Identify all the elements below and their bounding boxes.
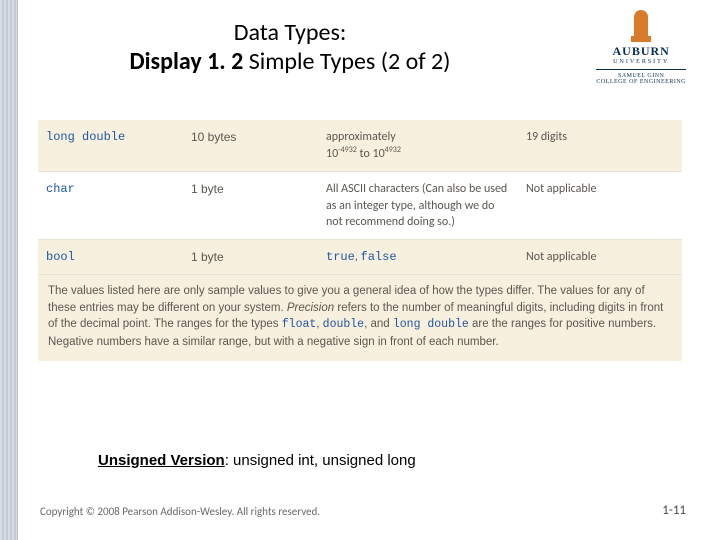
table-footnote: The values listed here are only sample v… xyxy=(38,274,682,361)
title-bold: Display 1. 2 xyxy=(130,47,244,76)
table-row: char1 byteAll ASCII characters (Can also… xyxy=(38,171,682,239)
logo-college-2: COLLEGE OF ENGINEERING xyxy=(596,79,686,85)
title-rest: Simple Types (2 of 2) xyxy=(243,47,450,76)
range-cell: All ASCII characters (Can also be used a… xyxy=(318,172,518,239)
left-side-bar xyxy=(0,0,18,540)
title-line2: Display 1. 2 Simple Types (2 of 2) xyxy=(120,47,460,76)
logo-university-sub: UNIVERSITY xyxy=(596,59,686,65)
table-row: long double10 bytesapproximately10-4932 … xyxy=(38,120,682,171)
unsigned-note: Unsigned Version: unsigned int, unsigned… xyxy=(98,452,416,469)
precision-cell: Not applicable xyxy=(518,172,678,206)
range-cell: approximately10-4932 to 104932 xyxy=(318,120,518,171)
type-keyword: bool xyxy=(38,240,183,274)
table-row: bool1 bytetrue, falseNot applicable xyxy=(38,239,682,274)
memory-cell: 1 byte xyxy=(183,240,318,274)
unsigned-label: Unsigned Version xyxy=(98,452,225,469)
precision-cell: Not applicable xyxy=(518,240,678,274)
precision-cell: 19 digits xyxy=(518,120,678,154)
slide-title: Data Types: Display 1. 2 Simple Types (2… xyxy=(120,18,460,76)
copyright-text: Copyright © 2008 Pearson Addison-Wesley.… xyxy=(40,505,320,518)
types-table: long double10 bytesapproximately10-4932 … xyxy=(38,120,682,361)
memory-cell: 1 byte xyxy=(183,172,318,206)
unsigned-rest: : unsigned int, unsigned long xyxy=(225,452,416,469)
page-number: 1-11 xyxy=(662,503,686,518)
type-keyword: long double xyxy=(38,120,183,154)
logo-separator xyxy=(596,69,686,70)
title-line1: Data Types: xyxy=(120,18,460,47)
auburn-logo: AUBURN UNIVERSITY SAMUEL GINN COLLEGE OF… xyxy=(596,10,686,85)
range-cell: true, false xyxy=(318,240,518,274)
logo-university-name: AUBURN xyxy=(596,44,686,59)
tower-icon xyxy=(634,10,648,38)
type-keyword: char xyxy=(38,172,183,206)
memory-cell: 10 bytes xyxy=(183,120,318,154)
